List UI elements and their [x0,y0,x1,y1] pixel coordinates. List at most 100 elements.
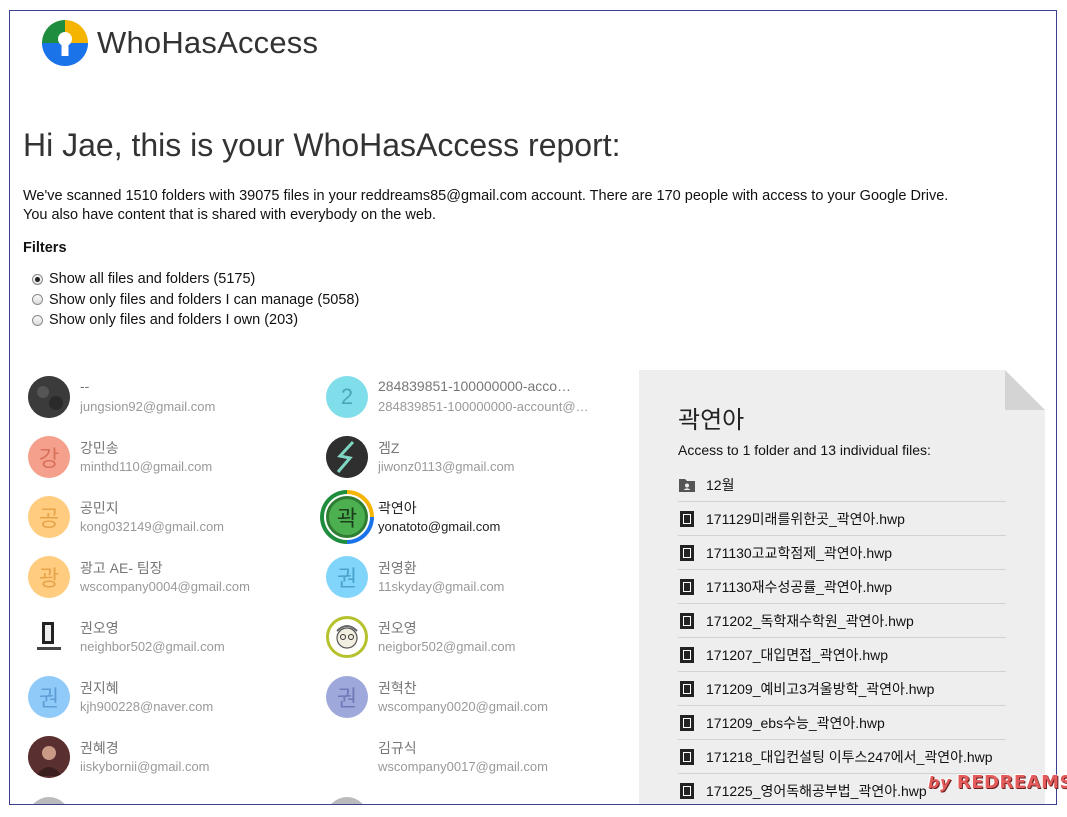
radio-button[interactable] [32,314,43,326]
person-email: kjh900228@naver.com [80,699,214,714]
person-email: kong032149@gmail.com [80,519,225,534]
radio-button[interactable] [32,294,43,306]
file-name: 171202_독학재수학원_곽연아.hwp [706,612,914,629]
person-name: 공민지 [80,500,119,516]
person-item[interactable]: 권 권혁찬 wscompany0020@gmail.com [326,673,606,721]
avatar: 광 [28,556,70,598]
person-item[interactable]: 2 284839851-100000000-acco… 284839851-10… [326,373,606,421]
person-email: yonatoto@gmail.com [378,519,501,534]
person-name: -- [80,378,90,394]
person-item[interactable]: 권 권영환 11skyday@gmail.com [326,553,606,601]
file-row[interactable]: 12월 [678,468,1006,502]
person-email: jungsion92@gmail.com [80,399,216,414]
filters-heading: Filters [23,240,67,256]
person-item-selected[interactable]: 곽 곽연아 yonatoto@gmail.com [320,490,606,544]
avatar-initial: 2 [340,384,354,409]
photo-avatar-icon [28,736,70,778]
page-fold-corner [1005,370,1045,410]
avatar-initial: 권 [336,686,358,711]
avatar-initial: 공 [38,506,60,531]
avatar-initial: 광 [38,566,60,591]
scan-summary: We've scanned 1510 folders with 39075 fi… [23,187,948,225]
file-name: 171225_영어독해공부법_곽연아.hwp [706,782,927,799]
person-email: wscompany0004@gmail.com [80,579,250,594]
person-name: 권오영 [80,620,119,636]
person-name: 권혁찬 [378,680,417,696]
photo-avatar-icon [28,376,70,418]
avatar-initial: 권 [38,686,60,711]
filter-label: Show only files and folders I can manage… [49,291,360,308]
person-email: wscompany0017@gmail.com [378,759,548,774]
file-icon [680,544,694,561]
file-icon [680,578,694,595]
person-name: 권오영 [378,620,417,636]
avatar: 권 [28,676,70,718]
person-item[interactable]: 겜Z jiwonz0113@gmail.com [326,433,606,481]
file-row[interactable]: 171129미래를위한곳_곽연아.hwp [678,502,1006,536]
person-email: jiwonz0113@gmail.com [378,459,515,474]
person-email: iiskybornii@gmail.com [80,759,210,774]
file-row[interactable]: 171202_독학재수학원_곽연아.hwp [678,604,1006,638]
radio-button-checked[interactable] [32,273,43,285]
filter-label: Show only files and folders I own (203) [49,312,299,329]
folder-shared-icon [679,478,695,492]
avatar-initial: 곽 [336,506,358,531]
file-name: 12월 [706,476,735,493]
cartoon-avatar-icon [336,625,358,649]
photo-avatar-icon [326,436,368,478]
file-row[interactable]: 171218_대입컨설팅 이투스247에서_곽연아.hwp [678,740,1006,774]
avatar: 2 [326,376,368,418]
person-item[interactable]: 권혜경 iiskybornii@gmail.com [28,733,308,781]
person-email: neighbor502@gmail.com [80,639,225,654]
app-name: WhoHasAccess [97,25,319,60]
filter-i-own[interactable]: Show only files and folders I own (203) [32,310,359,331]
access-detail-panel: 곽연아 Access to 1 folder and 13 individual… [639,370,1045,804]
person-item[interactable]: 공 공민지 kong032149@gmail.com [28,493,308,541]
filter-all-files[interactable]: Show all files and folders (5175) [32,269,359,290]
avatar [28,736,70,778]
detail-person-name: 곽연아 [678,407,745,434]
person-item[interactable]: 권오영 neigbor502@gmail.com [326,613,606,661]
file-row[interactable]: 171207_대입면접_곽연아.hwp [678,638,1006,672]
file-name: 171130고교학점제_곽연아.hwp [706,544,893,561]
file-row[interactable]: 171209_예비고3겨울방학_곽연아.hwp [678,672,1006,706]
person-name: 권지혜 [80,680,119,696]
person-name: 권혜경 [80,740,119,756]
file-row[interactable]: 171130재수성공률_곽연아.hwp [678,570,1006,604]
person-name: 권영환 [378,560,417,576]
access-summary: Access to 1 folder and 13 individual fil… [678,442,931,458]
person-item[interactable]: 권오영 neighbor502@gmail.com [28,613,308,661]
watermark-text: REDREAMS [956,772,1067,793]
avatar: 공 [28,496,70,538]
people-list: -- jungsion92@gmail.com 2 284839851-1000… [28,373,628,804]
summary-line: You also have content that is shared wit… [23,207,436,223]
person-item[interactable]: -- jungsion92@gmail.com [28,373,308,421]
person-name: 겜Z [378,440,400,456]
file-name: 171130재수성공률_곽연아.hwp [706,578,893,595]
avatar: 권 [326,676,368,718]
person-item[interactable]: 광 광고 AE- 팀장 wscompany0004@gmail.com [28,553,308,601]
file-icon [680,646,694,663]
file-icon [680,748,694,765]
file-icon [680,714,694,731]
watermark-by: by [928,773,951,792]
avatar [326,436,368,478]
file-row[interactable]: 171130고교학점제_곽연아.hwp [678,536,1006,570]
file-icon [680,510,694,527]
person-email: minthd110@gmail.com [80,459,213,474]
person-item[interactable]: 김규식 wscompany0017@gmail.com [326,733,606,781]
person-name: 김규식 [378,740,417,756]
filter-can-manage[interactable]: Show only files and folders I can manage… [32,290,359,311]
filter-label: Show all files and folders (5175) [49,271,256,288]
avatar [28,616,70,658]
filter-options: Show all files and folders (5175) Show o… [32,269,359,331]
person-item[interactable]: 권 권지혜 kjh900228@naver.com [28,673,308,721]
person-name: 광고 AE- 팀장 [80,560,163,576]
person-email: neigbor502@gmail.com [378,639,516,654]
person-name: 곽연아 [378,500,417,516]
avatar [28,797,70,804]
file-name: 171207_대입면접_곽연아.hwp [706,646,889,663]
person-name: 284839851-100000000-acco… [378,378,572,394]
file-row[interactable]: 171209_ebs수능_곽연아.hwp [678,706,1006,740]
person-item[interactable]: 강 강민송 minthd110@gmail.com [28,433,308,481]
